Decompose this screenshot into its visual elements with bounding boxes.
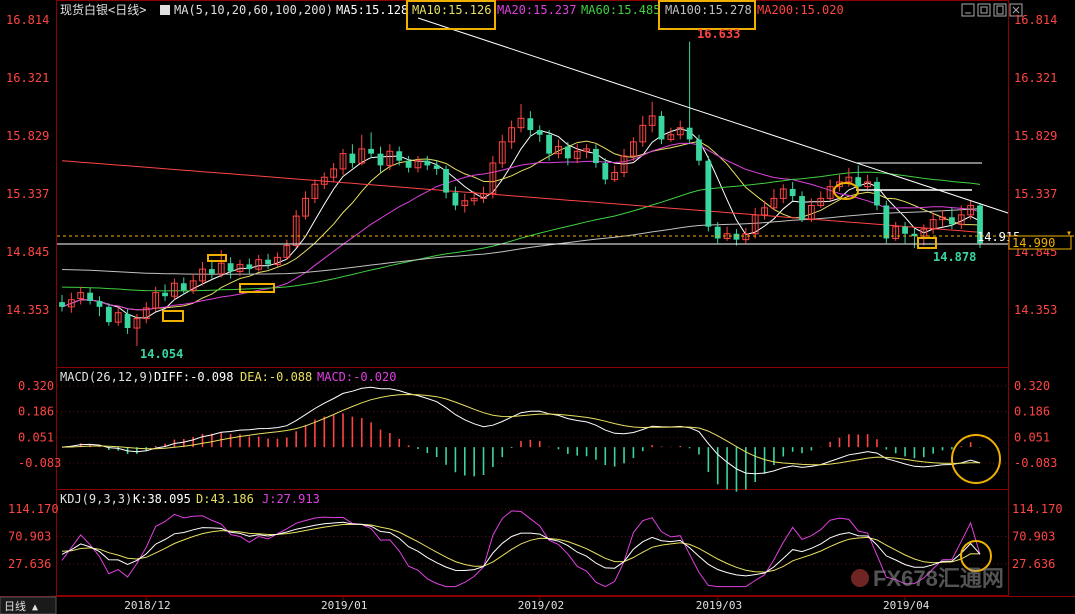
price-tick-right: 14.353 <box>1014 303 1057 317</box>
kdj-tick-left: 27.636 <box>8 557 51 571</box>
candle-body-down <box>443 168 449 193</box>
dash-price-label: 14.990 <box>1012 236 1055 250</box>
candle-body-down <box>902 226 908 234</box>
x-tick-label: 2018/12 <box>124 599 170 612</box>
price-tick-left: 15.829 <box>6 129 49 143</box>
candle-body-down <box>686 127 693 140</box>
price-tick-left: 14.845 <box>6 245 49 259</box>
candle-body-down <box>883 205 890 239</box>
candle-body-down <box>377 153 384 166</box>
candle-body-down <box>527 118 534 131</box>
candle-body-down <box>593 148 599 164</box>
window-title: 现货白银<日线> <box>60 2 146 17</box>
ma100-value: MA100:15.278 <box>665 3 752 17</box>
candle-body-down <box>368 148 375 154</box>
marker-arrow-icon: ▾ <box>1066 228 1072 239</box>
candle-body-down <box>705 160 712 227</box>
candle-body-down <box>124 313 131 329</box>
dea-value: DEA:-0.088 <box>240 370 312 384</box>
x-tick-label: 2019/01 <box>321 599 367 612</box>
kdj-definition: KDJ(9,3,3) <box>60 492 132 506</box>
tab-daily: 日线 <box>4 599 26 613</box>
ma5-value: MA5:15.128 <box>336 3 408 17</box>
ma200-value: MA200:15.020 <box>757 3 844 17</box>
candle-body-down <box>424 160 431 166</box>
kdj-legend: KDJ(9,3,3) K:38.095 D:43.186 J:27.913 <box>60 492 320 506</box>
candle-body-down <box>59 302 65 307</box>
low-label: 14.054 <box>140 347 183 361</box>
candle-body-down <box>162 292 168 297</box>
candle-body-down <box>799 196 805 220</box>
price-tick-right: 16.814 <box>1014 13 1057 27</box>
macd-tick-left: 0.051 <box>18 430 54 444</box>
watermark-text: FX678汇通网 <box>873 566 1004 591</box>
x-tick-label: 2019/03 <box>696 599 742 612</box>
candle-body-down <box>546 134 553 154</box>
price-tick-left: 15.337 <box>6 187 49 201</box>
macd-tick-left: -0.083 <box>18 456 61 470</box>
candle-body-down <box>405 160 412 168</box>
candle-body-down <box>265 259 271 265</box>
candle-body-down <box>789 188 796 197</box>
x-tick-label: 2019/04 <box>883 599 930 612</box>
kdj-tick-left: 114.170 <box>8 502 59 516</box>
kdj-tick-right: 114.170 <box>1012 502 1063 516</box>
candle-body-down <box>96 300 103 307</box>
candle-body-down <box>855 177 862 187</box>
price-tick-left: 16.814 <box>6 13 49 27</box>
d-value: D:43.186 <box>196 492 254 506</box>
candle-body-down <box>349 153 356 164</box>
candle-body-down <box>452 192 459 206</box>
diff-value: DIFF:-0.098 <box>154 370 233 384</box>
candle-body-down <box>87 292 94 301</box>
recent-low-label: 14.878 <box>933 250 976 264</box>
candle-body-down <box>396 151 403 161</box>
candle-body-down <box>180 283 187 291</box>
price-tick-left: 16.321 <box>6 71 49 85</box>
macd-tick-right: 0.186 <box>1014 405 1050 419</box>
candle-body-down <box>227 263 234 272</box>
macd-tick-right: -0.083 <box>1014 456 1057 470</box>
kdj-tick-right: 70.903 <box>1012 530 1055 544</box>
k-value: K:38.095 <box>133 492 191 506</box>
candle-body-down <box>874 181 880 206</box>
ma-definition: MA(5,10,20,60,100,200) <box>174 3 333 17</box>
price-tick-left: 14.353 <box>6 303 49 317</box>
price-tick-right: 15.829 <box>1014 129 1057 143</box>
candle-body-down <box>948 217 955 225</box>
price-tick-right: 16.321 <box>1014 71 1057 85</box>
candle-body-down <box>433 165 440 169</box>
macd-tick-right: 0.320 <box>1014 379 1050 393</box>
candle-body-down <box>536 130 543 135</box>
candle-body-down <box>658 115 665 140</box>
watermark: FX678汇通网 <box>851 566 1004 591</box>
x-tick-label: 2019/02 <box>518 599 564 612</box>
indicator-icon[interactable] <box>160 5 170 15</box>
ma20-value: MA20:15.237 <box>497 3 576 17</box>
bottom-tab[interactable]: 日线 ▲ <box>0 596 57 614</box>
j-value: J:27.913 <box>262 492 320 506</box>
ma10-value: MA10:15.126 <box>412 3 491 17</box>
price-tick-right: 15.337 <box>1014 187 1057 201</box>
high-label: 16.633 <box>697 27 740 41</box>
candle-body-down <box>246 264 253 270</box>
candle-body-down <box>602 163 609 180</box>
macd-tick-right: 0.051 <box>1014 430 1050 444</box>
candle-body-down <box>105 306 112 323</box>
macd-legend: MACD(26,12,9) DIFF:-0.098 DEA:-0.088 MAC… <box>60 370 396 384</box>
kdj-tick-right: 27.636 <box>1012 557 1055 571</box>
tab-arrow-icon: ▲ <box>32 602 38 613</box>
candle-body-down <box>208 269 215 274</box>
macd-value: MACD:-0.020 <box>317 370 396 384</box>
macd-definition: MACD(26,12,9) <box>60 370 154 384</box>
candle-body-down <box>696 139 702 161</box>
candle-body-down <box>733 233 740 240</box>
kdj-tick-left: 70.903 <box>8 530 51 544</box>
candle-body-down <box>564 146 571 159</box>
macd-tick-left: 0.186 <box>18 405 54 419</box>
candle-body-down <box>714 226 721 239</box>
ma60-value: MA60:15.485 <box>581 3 660 17</box>
macd-tick-left: 0.320 <box>18 379 54 393</box>
stock-chart: 现货白银<日线> MA(5,10,20,60,100,200) MA5:15.1… <box>0 0 1075 614</box>
